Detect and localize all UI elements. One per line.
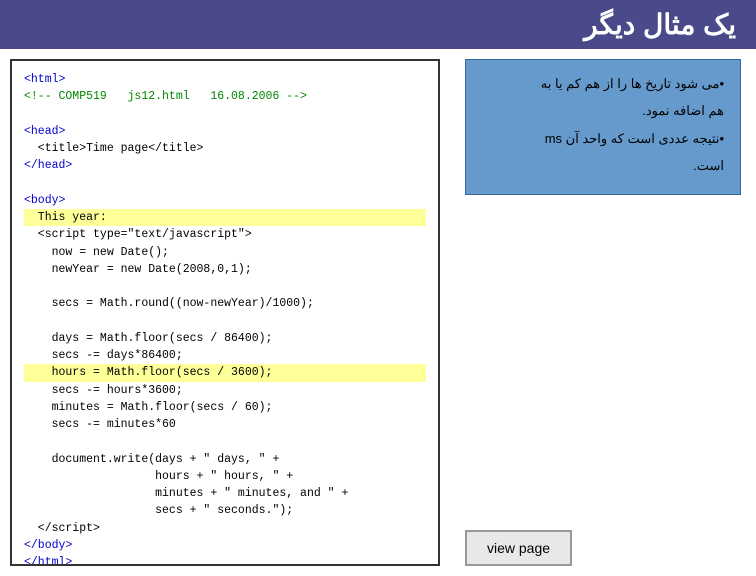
view-page-button[interactable]: view page xyxy=(465,530,572,566)
code-line4: days = Math.floor(secs / 86400); xyxy=(24,332,272,345)
code-body-open: <body> xyxy=(24,194,65,207)
page-header: یک مثال دیگر xyxy=(0,0,756,49)
code-line12: minutes + " minutes, and " + xyxy=(24,487,348,500)
code-script-close: </script> xyxy=(24,522,100,535)
code-line5: secs -= days*86400; xyxy=(24,349,183,362)
code-html-open: <html> xyxy=(24,73,65,86)
main-content: <html> <!-- COMP519 js12.html 16.08.2006… xyxy=(0,49,756,576)
code-script-open: <script type="text/javascript"> xyxy=(24,228,252,241)
code-line13: secs + " seconds."); xyxy=(24,504,293,517)
code-line2: newYear = new Date(2008,0,1); xyxy=(24,263,252,276)
code-line7: secs -= hours*3600; xyxy=(24,384,183,397)
code-line9: secs -= minutes*60 xyxy=(24,418,176,431)
code-line3: secs = Math.round((now-newYear)/1000); xyxy=(24,297,314,310)
code-line10: document.write(days + " days, " + xyxy=(24,453,279,466)
code-line6: hours = Math.floor(secs / 3600); xyxy=(24,364,426,381)
code-line1: now = new Date(); xyxy=(24,246,169,259)
header-title: یک مثال دیگر xyxy=(584,9,736,40)
code-this-year: This year: xyxy=(24,209,426,226)
info-bullet1: •می شود تاریخ ها را از هم کم یا به xyxy=(482,72,724,95)
info-bullet1b: هم اضافه نمود. xyxy=(482,99,724,122)
code-block: <html> <!-- COMP519 js12.html 16.08.2006… xyxy=(24,71,426,566)
code-head-open: <head> xyxy=(24,125,65,138)
code-title: <title>Time page</title> xyxy=(24,142,203,155)
code-comment: <!-- COMP519 js12.html 16.08.2006 --> xyxy=(24,90,307,103)
code-line11: hours + " hours, " + xyxy=(24,470,293,483)
code-panel: <html> <!-- COMP519 js12.html 16.08.2006… xyxy=(10,59,440,566)
info-bullet2b: است. xyxy=(482,154,724,177)
code-line8: minutes = Math.floor(secs / 60); xyxy=(24,401,272,414)
info-box: •می شود تاریخ ها را از هم کم یا به هم اض… xyxy=(465,59,741,195)
code-body-close: </body> xyxy=(24,539,72,552)
right-panel: •می شود تاریخ ها را از هم کم یا به هم اض… xyxy=(450,49,756,576)
code-head-close: </head> xyxy=(24,159,72,172)
code-html-close: </html> xyxy=(24,556,72,566)
info-bullet2: •نتیجه عددی است که واحد آن ms xyxy=(482,127,724,150)
